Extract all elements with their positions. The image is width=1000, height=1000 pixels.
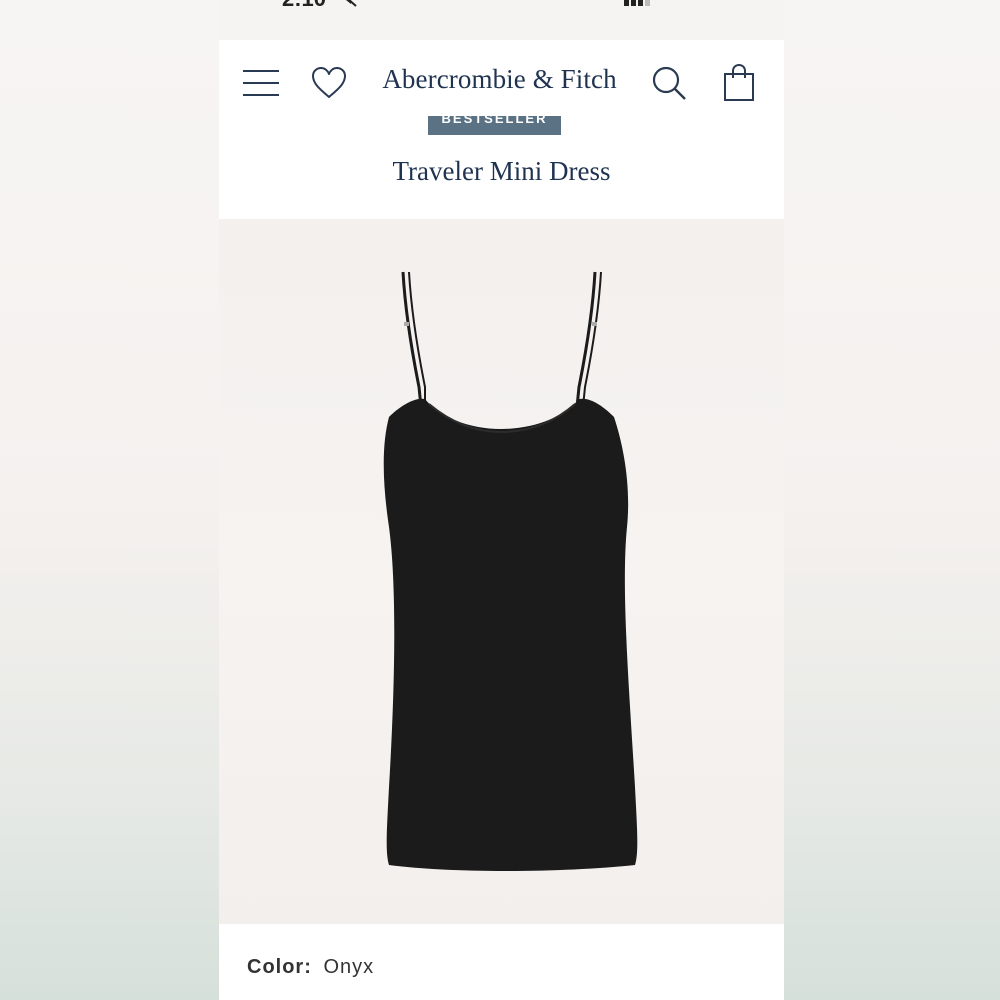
mute-icon [346,0,357,7]
color-label: Color: [247,956,312,978]
product-image[interactable] [219,219,784,924]
bestseller-badge: BESTSELLER [428,116,561,135]
status-time: 2:10 [282,0,326,12]
status-icons [624,0,650,6]
background-left [0,0,219,1000]
color-row: Color: Onyx [247,956,374,979]
bag-icon[interactable] [722,64,756,102]
dress-image [383,271,638,871]
product-title: Traveler Mini Dress [392,156,611,186]
brand-logo[interactable]: Abercrombie & Fitch [219,64,784,95]
color-value: Onyx [323,956,375,978]
brand-name: Abercrombie & Fitch [382,64,617,94]
signal-icon [624,0,650,6]
background-right [784,0,1000,1000]
search-icon[interactable] [651,65,687,101]
product-page: Abercrombie & Fitch BESTSELLER Traveler … [219,40,784,1000]
